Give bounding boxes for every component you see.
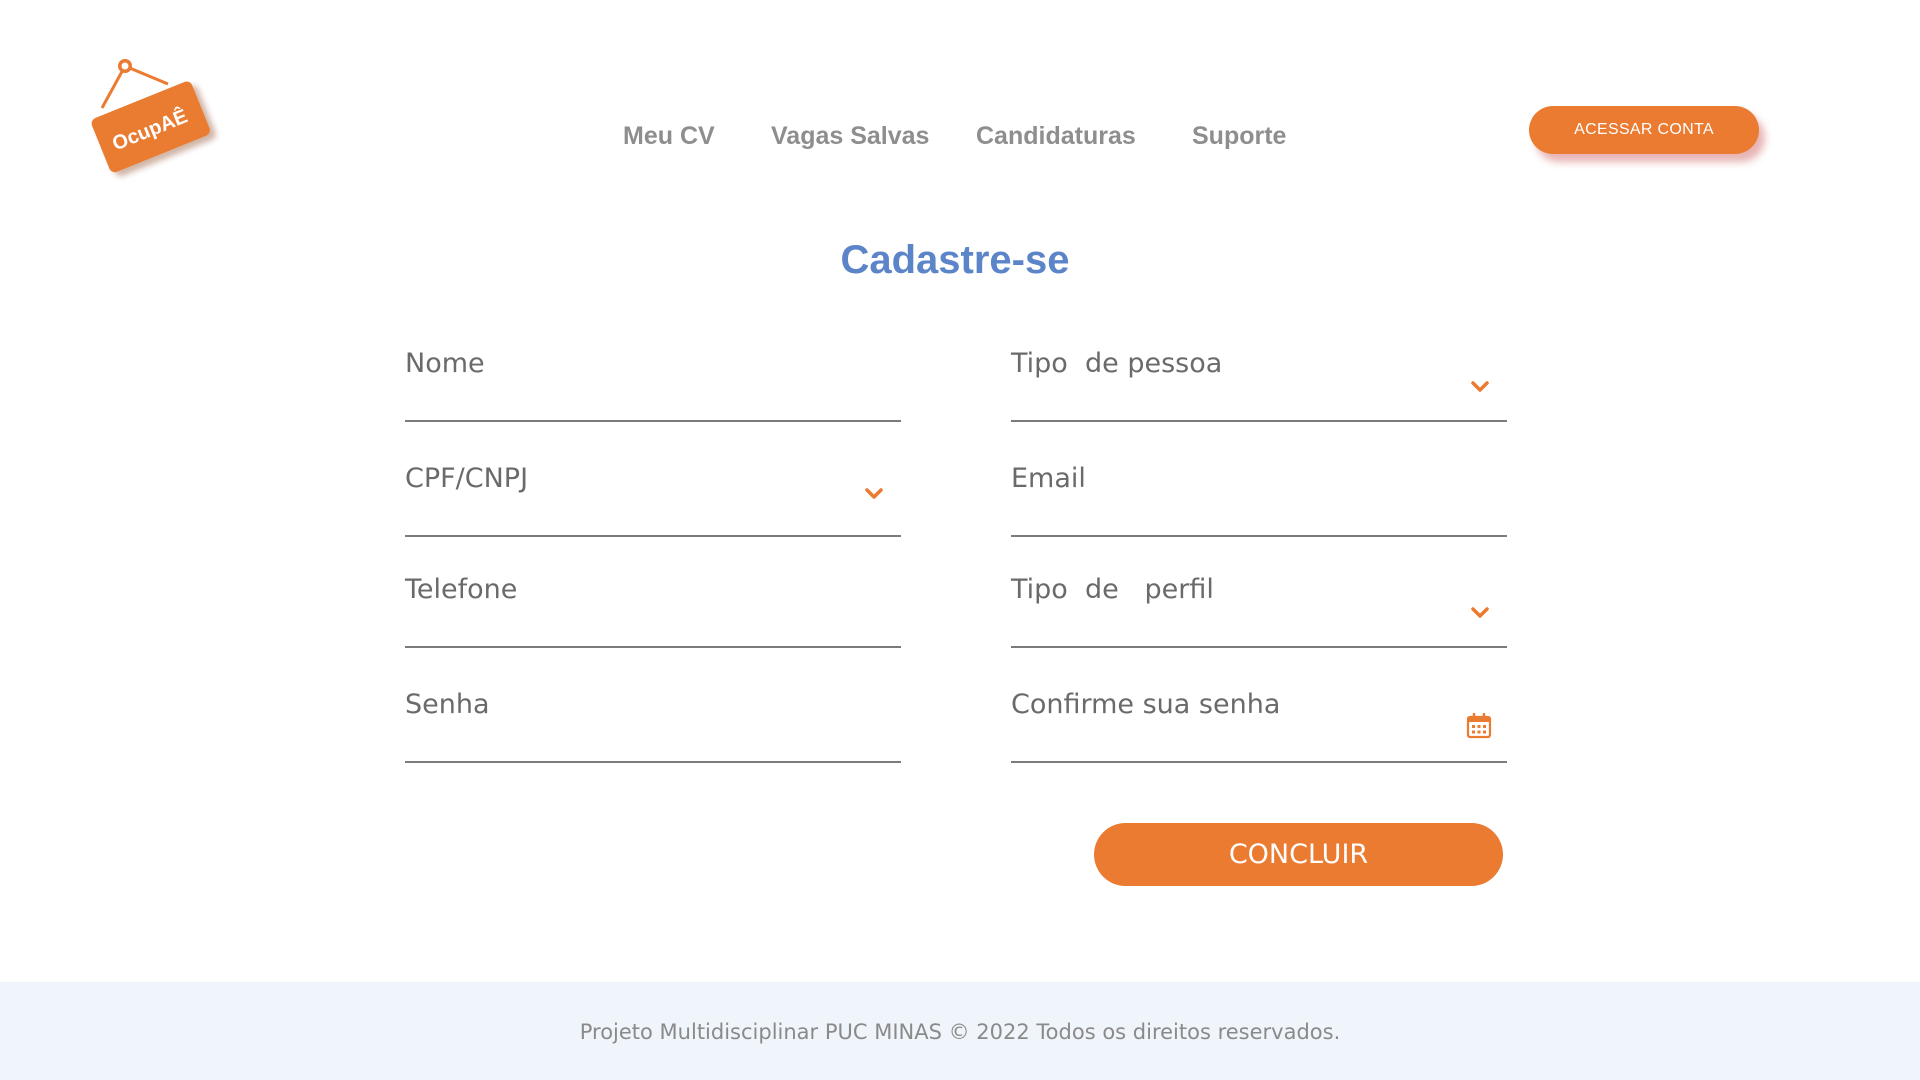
cpf-cnpj-placeholder: CPF/CNPJ bbox=[405, 463, 529, 494]
nav-item-vagas-salvas[interactable]: Vagas Salvas bbox=[771, 122, 929, 151]
nav-item-candidaturas[interactable]: Candidaturas bbox=[976, 122, 1136, 151]
email-field[interactable]: Email bbox=[1011, 463, 1507, 537]
confirme-senha-placeholder: Confirme sua senha bbox=[1011, 689, 1281, 720]
chevron-down-icon[interactable] bbox=[1469, 602, 1491, 624]
tipo-perfil-placeholder: Tipo de perfil bbox=[1011, 574, 1214, 605]
acessar-conta-button[interactable]: ACESSAR CONTA bbox=[1529, 106, 1759, 154]
page-title: Cadastre-se bbox=[840, 238, 1070, 282]
nome-field[interactable]: Nome bbox=[405, 348, 901, 422]
confirme-senha-field[interactable]: Confirme sua senha bbox=[1011, 689, 1507, 763]
calendar-icon[interactable] bbox=[1466, 713, 1492, 739]
tipo-perfil-select[interactable]: Tipo de perfil bbox=[1011, 574, 1507, 648]
footer: Projeto Multidisciplinar PUC MINAS © 202… bbox=[0, 982, 1920, 1080]
ocupae-logo[interactable]: OcupAÊ bbox=[80, 50, 230, 190]
senha-placeholder: Senha bbox=[405, 689, 490, 720]
tipo-pessoa-placeholder: Tipo de pessoa bbox=[1011, 348, 1223, 379]
senha-field[interactable]: Senha bbox=[405, 689, 901, 763]
logo-sign-graphic: OcupAÊ bbox=[91, 59, 210, 173]
tipo-pessoa-select[interactable]: Tipo de pessoa bbox=[1011, 348, 1507, 422]
nav-item-suporte[interactable]: Suporte bbox=[1192, 122, 1286, 151]
email-placeholder: Email bbox=[1011, 463, 1086, 494]
cpf-cnpj-select[interactable]: CPF/CNPJ bbox=[405, 463, 901, 537]
telefone-field[interactable]: Telefone bbox=[405, 574, 901, 648]
nome-placeholder: Nome bbox=[405, 348, 485, 379]
chevron-down-icon[interactable] bbox=[863, 483, 885, 505]
footer-copyright: Projeto Multidisciplinar PUC MINAS © 202… bbox=[579, 1020, 1341, 1044]
telefone-placeholder: Telefone bbox=[405, 574, 518, 605]
chevron-down-icon[interactable] bbox=[1469, 376, 1491, 398]
concluir-button[interactable]: CONCLUIR bbox=[1094, 823, 1503, 886]
nav-item-meu-cv[interactable]: Meu CV bbox=[623, 122, 715, 151]
